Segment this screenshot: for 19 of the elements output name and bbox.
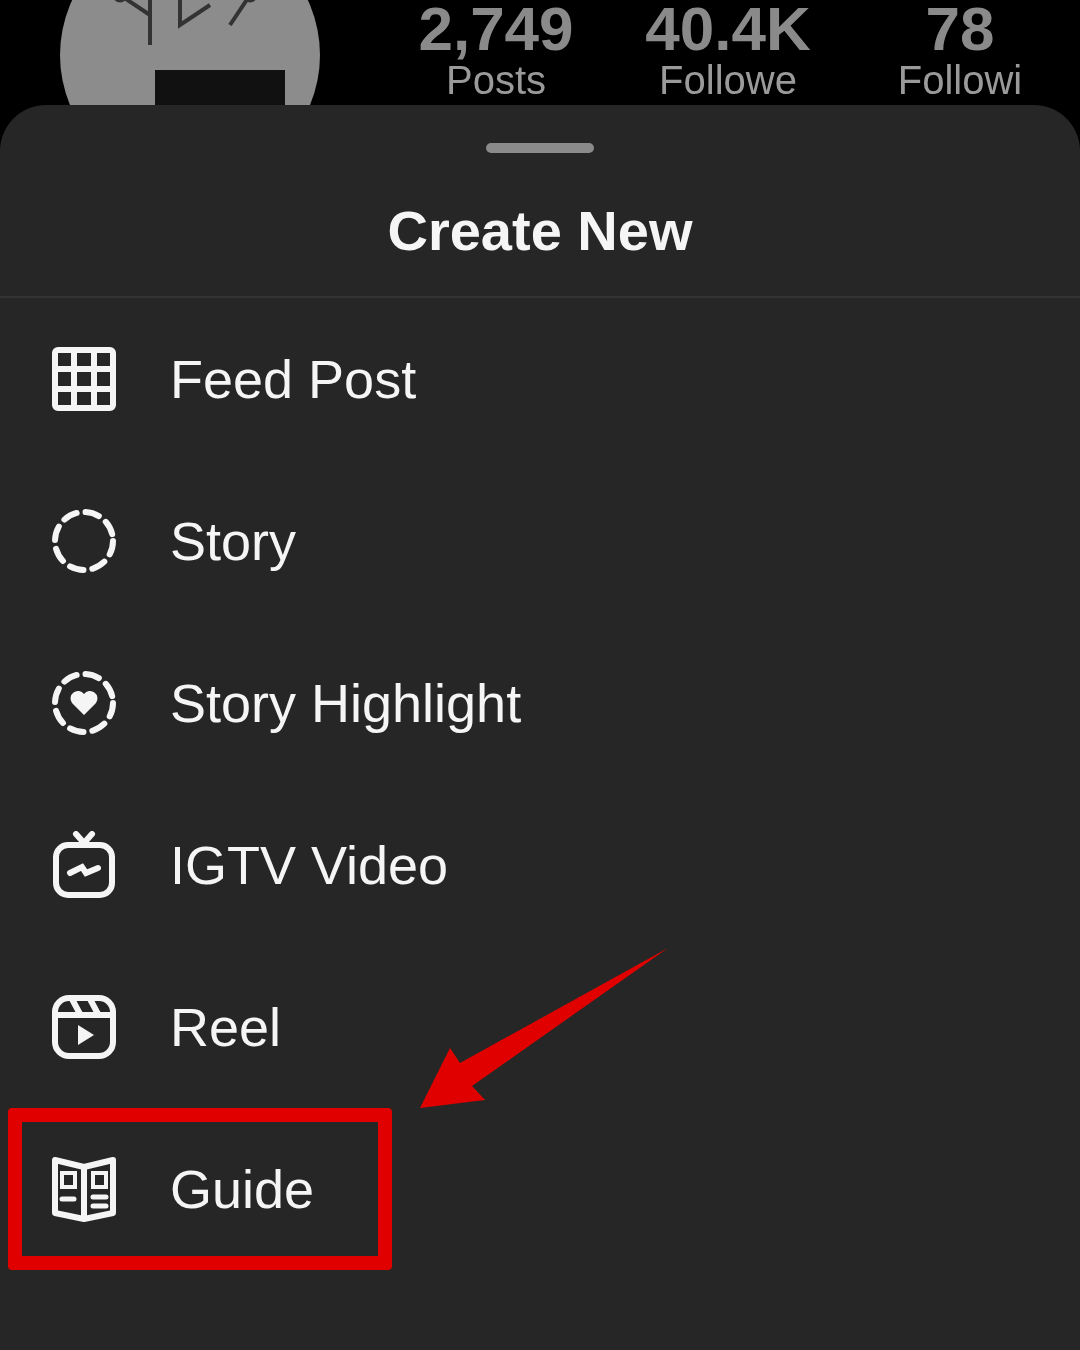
tv-icon (50, 831, 118, 899)
sheet-title: Create New (386, 199, 694, 263)
menu-item-label[interactable]: IGTV Video (170, 834, 449, 896)
grid-icon (50, 345, 118, 413)
menu-item-label[interactable]: Story Highlight (170, 672, 522, 734)
drag-handle[interactable] (486, 143, 594, 153)
stat-count: 40.4K (645, 0, 811, 58)
stat-count: 2,749 (418, 0, 574, 58)
menu-item-label[interactable]: Reel (170, 996, 282, 1058)
open-book-icon (50, 1155, 118, 1223)
stat-label: Followe (659, 58, 797, 102)
menu-item-label[interactable]: Story (170, 510, 297, 572)
menu-item-label[interactable]: Guide (170, 1158, 315, 1220)
heart-circle-icon (50, 669, 118, 737)
dashed-circle-icon (50, 507, 118, 575)
menu-item-label[interactable]: Feed Post (170, 348, 417, 410)
clapperboard-play-icon (50, 993, 118, 1061)
stat-count: 78 (925, 0, 995, 58)
stat-label: Followi (897, 58, 1023, 102)
